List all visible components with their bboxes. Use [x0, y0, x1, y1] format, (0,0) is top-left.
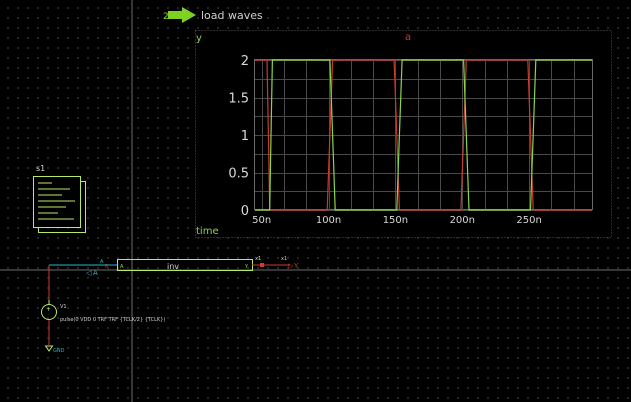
graph-frame: [195, 30, 612, 238]
symbol-s1-label: s1: [36, 164, 45, 173]
waveform-graph[interactable]: y a time 2 1.5 1 0.5 0 50n 100n 150n 200n 250n: [195, 30, 612, 238]
x-tick-label: 100n: [316, 215, 341, 226]
load-waves-launcher[interactable]: 2 load waves: [163, 7, 263, 23]
inverter-body: [117, 259, 253, 271]
source-value: pulse(0 VDD 0 TRF TRF {TCLK/2} {TCLK}): [60, 317, 165, 323]
schematic-canvas[interactable]: 2 load waves y a time 2 1.5 1 0.5 0 50n 100n 1…: [0, 0, 631, 402]
inverter-instance[interactable]: inv A Y: [117, 259, 253, 272]
input-net-a[interactable]: A ◁ A p: [48, 259, 117, 300]
inverter-pin-a-label: A: [120, 264, 124, 270]
inverter-pin-y-label: Y: [244, 264, 249, 270]
symbol-s1[interactable]: s1: [33, 164, 86, 233]
voltage-source-v1[interactable]: + V1 pulse(0 VDD 0 TRF TRF {TCLK/2} {TCL…: [41, 300, 166, 345]
net-a-label: A: [93, 269, 98, 277]
net-y-label: Y: [293, 262, 299, 270]
inverter-label: inv: [167, 262, 179, 271]
graph-a-label: a: [405, 32, 411, 43]
net-x1-label-1: x1: [255, 256, 261, 262]
source-plus-icon: +: [46, 306, 51, 313]
y-tick-label: 0.5: [228, 167, 249, 182]
output-net-y[interactable]: x1 x1 ▷ Y: [252, 256, 299, 270]
ground-icon: [44, 345, 54, 352]
x-tick-label: 150n: [383, 215, 408, 226]
y-tick-label: 0: [241, 204, 249, 219]
y-tick-label: 1.5: [228, 92, 249, 107]
load-waves-label[interactable]: load waves: [201, 9, 263, 22]
net-x1-label-2: x1: [281, 256, 287, 262]
x-tick-label: 50n: [252, 215, 271, 226]
net-a-arrow-icon: ◁: [86, 269, 92, 277]
y-tick-label: 2: [241, 54, 249, 69]
ground-symbol[interactable]: GND: [44, 345, 65, 354]
load-waves-arrow-icon[interactable]: [168, 7, 196, 23]
net-a-pin-label: A: [100, 259, 104, 265]
x-tick-label: 200n: [450, 215, 475, 226]
document-front-page: [33, 176, 81, 228]
graph-y-label: y: [196, 33, 202, 44]
ground-label: GND: [53, 348, 65, 354]
load-waves-badge: 2: [163, 12, 169, 22]
graph-time-label: time: [196, 226, 219, 237]
pin-p-label: p: [105, 263, 108, 269]
y-tick-label: 1: [241, 129, 249, 144]
x-tick-label: 250n: [516, 215, 541, 226]
wire-y-junction: [260, 263, 264, 267]
source-name: V1: [60, 304, 67, 310]
